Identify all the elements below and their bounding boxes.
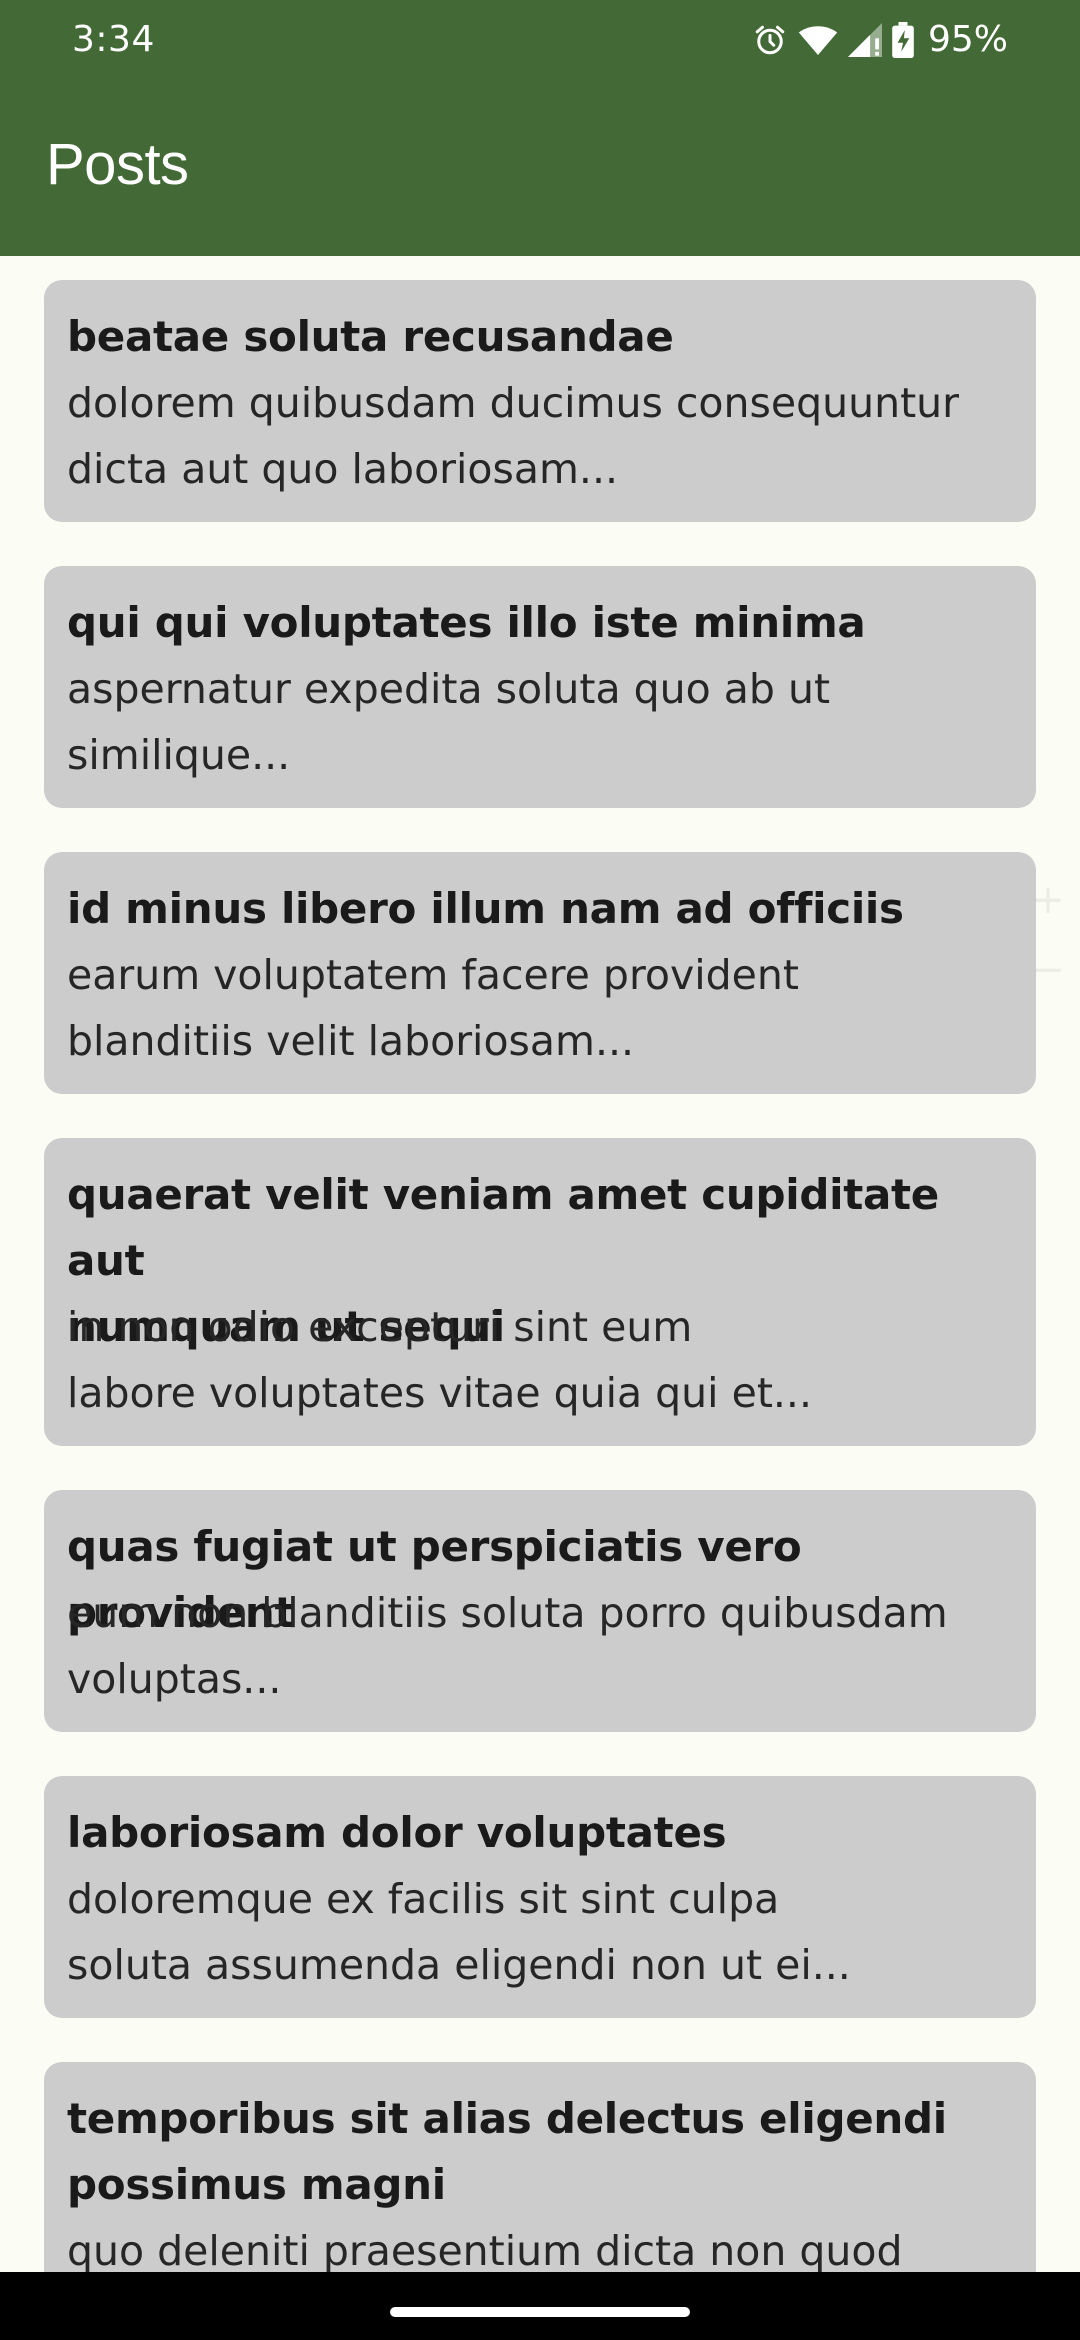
post-body: quo deleniti praesentium dicta non quod <box>67 2218 1017 2272</box>
post-card[interactable]: quaerat velit veniam amet cupiditate aut… <box>44 1138 1036 1446</box>
signal-icon <box>847 23 882 57</box>
battery-percent: 95% <box>927 19 1008 60</box>
post-title: id minus libero illum nam ad officiis <box>67 884 904 933</box>
post-title: qui qui voluptates illo iste minima <box>67 598 866 647</box>
post-card[interactable]: id minus libero illum nam ad officiis ea… <box>44 852 1036 1094</box>
zoom-in-icon: + <box>1031 877 1065 923</box>
post-body-line: soluta assumenda eligendi non ut ei... <box>67 1941 851 1989</box>
post-body: in non odio excepturi sint eum labore vo… <box>67 1294 1017 1426</box>
post-body-line: voluptas... <box>67 1655 282 1703</box>
post-body: aspernatur expedita soluta quo ab ut sim… <box>67 656 1017 788</box>
post-body-line: labore voluptates vitae quia qui et... <box>67 1369 812 1417</box>
zoom-out-icon: − <box>1031 947 1065 993</box>
post-body-line: doloremque ex facilis sit sint culpa <box>67 1875 780 1923</box>
post-card[interactable]: beatae soluta recusandae dolorem quibusd… <box>44 280 1036 522</box>
post-title-line: temporibus sit alias delectus eligendi <box>67 2094 947 2143</box>
status-time: 3:34 <box>72 19 155 60</box>
status-icons: 95% <box>752 18 1008 62</box>
post-card[interactable]: quas fugiat ut perspiciatis vero provide… <box>44 1490 1036 1732</box>
post-body-line: in non odio excepturi sint eum <box>67 1303 693 1351</box>
alarm-icon <box>752 22 788 58</box>
post-body: eum non blanditiis soluta porro quibusda… <box>67 1580 1017 1712</box>
post-body-line: aspernatur expedita soluta quo ab ut <box>67 665 831 713</box>
post-card[interactable]: qui qui voluptates illo iste minima aspe… <box>44 566 1036 808</box>
post-body: earum voluptatem facere provident blandi… <box>67 942 1017 1074</box>
post-body-line: similique... <box>67 731 291 779</box>
post-body-line: earum voluptatem facere provident <box>67 951 799 999</box>
status-bar: 3:34 95% <box>0 0 1080 80</box>
wifi-icon <box>798 23 838 57</box>
post-body: doloremque ex facilis sit sint culpa sol… <box>67 1866 1017 1998</box>
post-title: beatae soluta recusandae <box>67 312 674 361</box>
post-list[interactable]: beatae soluta recusandae dolorem quibusd… <box>0 256 1080 2272</box>
post-title: laboriosam dolor voluptates <box>67 1808 727 1857</box>
post-card[interactable]: temporibus sit alias delectus eligendi p… <box>44 2062 1036 2272</box>
post-body-line: quo deleniti praesentium dicta non quod <box>67 2227 903 2272</box>
post-body-line: dolorem quibusdam ducimus consequuntur <box>67 379 959 427</box>
post-title-line: possimus magni <box>67 2160 446 2209</box>
post-body-line: eum non blanditiis soluta porro quibusda… <box>67 1589 948 1637</box>
post-body: dolorem quibusdam ducimus consequuntur d… <box>67 370 1017 502</box>
post-body-line: blanditiis velit laboriosam... <box>67 1017 635 1065</box>
post-title-line: quaerat velit veniam amet cupiditate aut <box>67 1170 939 1285</box>
home-gesture-handle[interactable] <box>390 2307 690 2317</box>
page-title: Posts <box>46 132 189 197</box>
app-bar: 3:34 95% Posts <box>0 0 1080 256</box>
battery-charging-icon <box>892 22 914 58</box>
post-title: temporibus sit alias delectus eligendi p… <box>67 2086 1017 2218</box>
system-nav-bar <box>0 2272 1080 2340</box>
post-body-line: dicta aut quo laboriosam... <box>67 445 619 493</box>
post-card[interactable]: laboriosam dolor voluptates doloremque e… <box>44 1776 1036 2018</box>
